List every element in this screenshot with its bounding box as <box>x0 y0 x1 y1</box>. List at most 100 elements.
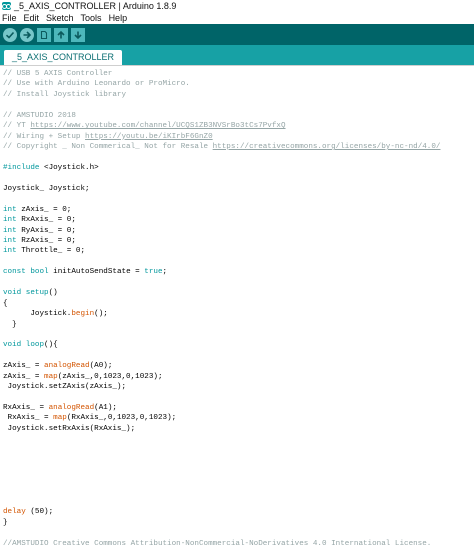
code-line: { <box>3 299 471 309</box>
code-token: Joystick. <box>3 310 72 319</box>
upload-button[interactable] <box>20 27 34 42</box>
code-token: int <box>3 205 17 214</box>
code-token: (){ <box>44 341 58 350</box>
arrow-down-icon <box>74 31 82 39</box>
open-button[interactable] <box>54 27 68 42</box>
code-line: // Install Joystick library <box>3 90 471 100</box>
code-line: //AMSTUDIO Creative Commons Attribution-… <box>3 539 471 549</box>
code-line: RxAxis_ = map(RxAxis_,0,1023,0,1023); <box>3 413 471 423</box>
code-token: (RxAxis_,0,1023,0,1023); <box>66 414 177 423</box>
code-line: void setup() <box>3 288 471 298</box>
code-token: // Copyright _ Non Commerical_ Not for R… <box>3 143 213 152</box>
code-token: // USB 5 AXIS Controller <box>3 70 113 78</box>
code-token: map <box>44 372 58 381</box>
code-token: // AMSTUDIO 2018 <box>3 111 76 120</box>
code-line: // Use with Arduino Leonardo or ProMicro… <box>3 79 471 89</box>
code-link[interactable]: https://creativecommons.org/licenses/by-… <box>213 143 441 151</box>
code-token: { <box>3 299 8 308</box>
code-token: // Use with Arduino Leonardo or ProMicro… <box>3 80 190 89</box>
code-token: analogRead <box>48 404 95 412</box>
code-line: Joystick.setRxAxis(RxAxis_); <box>3 424 471 434</box>
code-editor[interactable]: // USB 5 AXIS Controller // Use with Ardu… <box>0 65 474 559</box>
code-line: zAxis_ = analogRead(A0); <box>3 361 471 371</box>
code-token: // YT <box>3 122 31 131</box>
arduino-logo-icon <box>2 2 11 10</box>
code-link[interactable]: https://www.youtube.com/channel/UCQS1ZB3… <box>30 122 285 130</box>
code-line: zAxis_ = map(zAxis_,0,1023,0,1023); <box>3 372 471 382</box>
tab-strip: _5_AXIS_CONTROLLER <box>0 45 474 65</box>
code-token: zAxis_ = <box>3 362 45 371</box>
code-token: () <box>48 289 58 298</box>
code-token: initAutoSendState = <box>48 268 145 277</box>
code-token: bool <box>30 268 49 277</box>
code-line: } <box>3 320 471 330</box>
code-line: void loop(){ <box>3 340 471 350</box>
code-line: int RyAxis_ = 0; <box>3 226 471 236</box>
code-token: const <box>3 268 26 277</box>
code-token: (50); <box>25 508 54 517</box>
arrow-up-icon <box>57 30 65 38</box>
save-button[interactable] <box>71 27 85 42</box>
code-token: } <box>3 320 17 329</box>
arrow-right-icon <box>23 30 32 39</box>
code-token: zAxis_ = 0; <box>16 205 72 214</box>
code-line: int RxAxis_ = 0; <box>3 215 471 225</box>
code-token: true <box>144 268 163 277</box>
menu-help[interactable]: Help <box>109 12 128 24</box>
code-token: int <box>3 247 17 256</box>
menu-tools[interactable]: Tools <box>81 12 102 24</box>
code-token: (); <box>94 310 108 319</box>
new-button[interactable] <box>37 27 51 42</box>
menu-sketch[interactable]: Sketch <box>46 12 74 24</box>
code-line: Joystick.begin(); <box>3 309 471 319</box>
verify-button[interactable] <box>3 27 17 42</box>
code-token: } <box>3 518 8 527</box>
code-token: <Joystick.h> <box>44 163 99 172</box>
code-token: RzAxis_ = 0; <box>16 237 76 245</box>
code-token: setup <box>25 289 49 298</box>
code-token: (A0); <box>89 362 113 371</box>
code-line: // AMSTUDIO 2018 <box>3 111 471 121</box>
code-line: // Wiring + Setup https://youtu.be/iKIrb… <box>3 132 471 142</box>
code-token: delay <box>3 508 26 517</box>
code-token: RxAxis_ = <box>3 414 54 423</box>
code-line: int Throttle_ = 0; <box>3 246 471 256</box>
code-line: int RzAxis_ = 0; <box>3 236 471 246</box>
code-link[interactable]: https://youtu.be/iKIrbF6GnZ0 <box>85 133 213 141</box>
code-token: begin <box>71 310 95 319</box>
new-file-icon <box>40 30 48 39</box>
code-token: RxAxis_ = 0; <box>16 216 76 225</box>
code-token: loop <box>25 341 45 350</box>
code-token: analogRead <box>44 362 90 371</box>
code-token: Joystick.setRxAxis(RxAxis_); <box>3 424 136 433</box>
menu-edit[interactable]: Edit <box>24 12 40 24</box>
code-line: } <box>3 518 471 528</box>
code-line: // Copyright _ Non Commerical_ Not for R… <box>3 142 471 152</box>
code-token: void <box>3 289 22 298</box>
window-title: _5_AXIS_CONTROLLER | Arduino 1.8.9 <box>14 1 177 11</box>
code-token: int <box>3 226 17 235</box>
code-token: Joystick_ Joystick; <box>3 184 90 193</box>
menu-file[interactable]: File <box>2 12 17 24</box>
code-line: // YT https://www.youtube.com/channel/UC… <box>3 121 471 131</box>
tab-sketch[interactable]: _5_AXIS_CONTROLLER <box>4 50 123 65</box>
code-line: RxAxis_ = analogRead(A1); <box>3 403 471 413</box>
code-token: (zAxis_,0,1023,0,1023); <box>57 372 163 381</box>
code-token: #include <box>3 163 45 172</box>
code-token: ; <box>162 268 168 277</box>
code-token: int <box>3 216 17 225</box>
code-token: RxAxis_ = <box>3 404 49 412</box>
